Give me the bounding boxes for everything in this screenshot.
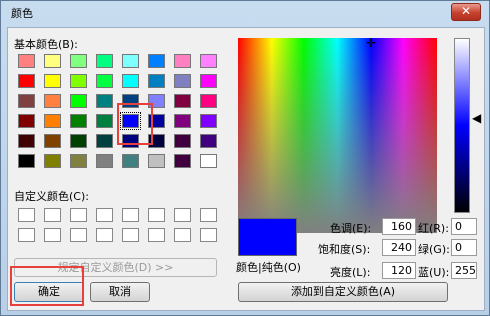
saturation-label: 饱和度(S): (318, 243, 371, 256)
basic-color-swatch[interactable] (200, 54, 217, 68)
red-label: 红(R): (418, 222, 449, 235)
basic-color-swatch[interactable] (148, 74, 165, 88)
basic-color-swatch[interactable] (44, 74, 61, 88)
custom-color-swatch[interactable] (174, 228, 191, 242)
luminance-slider[interactable] (454, 38, 470, 213)
crosshair-icon: ✛ (366, 36, 377, 50)
custom-color-swatch[interactable] (70, 208, 87, 222)
luminance-field[interactable]: 120 (382, 262, 416, 279)
basic-color-swatch[interactable] (44, 54, 61, 68)
custom-color-swatch[interactable] (122, 228, 139, 242)
color-solid-label: 颜色|纯色(O) (236, 261, 301, 274)
basic-color-swatch[interactable] (174, 94, 191, 108)
green-label: 绿(G): (418, 243, 450, 256)
basic-color-swatch[interactable] (122, 154, 139, 168)
color-spectrum[interactable]: ✛ (238, 36, 437, 233)
basic-color-swatch[interactable] (96, 114, 113, 128)
hue-label: 色调(E): (330, 222, 372, 235)
custom-color-swatch[interactable] (148, 208, 165, 222)
custom-color-swatch[interactable] (200, 208, 217, 222)
custom-color-swatch[interactable] (44, 208, 61, 222)
basic-color-swatch[interactable] (96, 154, 113, 168)
window-title: 颜色 (11, 7, 33, 20)
basic-color-swatch[interactable] (44, 94, 61, 108)
custom-color-swatch[interactable] (200, 228, 217, 242)
basic-color-swatch[interactable] (174, 74, 191, 88)
selected-color-highlight (117, 103, 153, 145)
custom-color-swatch[interactable] (96, 228, 113, 242)
custom-color-swatch[interactable] (148, 228, 165, 242)
basic-color-swatch[interactable] (174, 134, 191, 148)
basic-color-swatch[interactable] (70, 134, 87, 148)
basic-color-swatch[interactable] (200, 74, 217, 88)
custom-color-swatch[interactable] (44, 228, 61, 242)
basic-color-swatch[interactable] (174, 154, 191, 168)
basic-color-swatch[interactable] (148, 154, 165, 168)
basic-color-swatch[interactable] (18, 134, 35, 148)
basic-color-swatch[interactable] (174, 54, 191, 68)
basic-color-swatch[interactable] (18, 54, 35, 68)
basic-color-swatch[interactable] (70, 114, 87, 128)
basic-color-swatch[interactable] (70, 94, 87, 108)
basic-color-swatch[interactable] (96, 134, 113, 148)
cancel-button[interactable]: 取消 (90, 282, 150, 302)
close-button[interactable]: ✕ (451, 3, 481, 21)
basic-color-swatch[interactable] (18, 94, 35, 108)
luminance-label: 亮度(L): (330, 266, 371, 279)
basic-color-swatch[interactable] (200, 134, 217, 148)
blue-label: 蓝(U): (418, 266, 450, 279)
luminance-arrow-icon[interactable]: ◀ (472, 111, 481, 125)
custom-color-swatch[interactable] (96, 208, 113, 222)
basic-color-swatch[interactable] (18, 74, 35, 88)
custom-color-swatch[interactable] (174, 208, 191, 222)
custom-color-swatch[interactable] (18, 228, 35, 242)
custom-color-swatch[interactable] (70, 228, 87, 242)
basic-color-swatch[interactable] (122, 54, 139, 68)
basic-colors-label: 基本颜色(B): (14, 38, 78, 51)
custom-color-swatch[interactable] (122, 208, 139, 222)
basic-color-swatch[interactable] (122, 74, 139, 88)
basic-color-swatch[interactable] (148, 54, 165, 68)
basic-color-swatch[interactable] (70, 54, 87, 68)
title-bar: 颜色 ✕ (1, 1, 489, 23)
red-field[interactable]: 0 (451, 218, 477, 235)
custom-colors-label: 自定义颜色(C): (14, 190, 89, 203)
blue-field[interactable]: 255 (451, 262, 477, 279)
green-field[interactable]: 0 (451, 239, 477, 256)
basic-color-swatch[interactable] (200, 94, 217, 108)
basic-color-swatch[interactable] (96, 94, 113, 108)
basic-color-swatch[interactable] (18, 114, 35, 128)
basic-color-swatch[interactable] (18, 154, 35, 168)
basic-color-swatch[interactable] (96, 74, 113, 88)
basic-color-swatch[interactable] (174, 114, 191, 128)
basic-color-swatch[interactable] (96, 54, 113, 68)
basic-color-swatch[interactable] (200, 114, 217, 128)
basic-color-swatch[interactable] (44, 154, 61, 168)
saturation-field[interactable]: 240 (382, 239, 416, 256)
add-to-custom-colors-button[interactable]: 添加到自定义颜色(A) (238, 282, 448, 302)
basic-color-swatch[interactable] (70, 74, 87, 88)
custom-color-swatch[interactable] (18, 208, 35, 222)
basic-color-swatch[interactable] (44, 114, 61, 128)
basic-color-swatch[interactable] (70, 154, 87, 168)
basic-color-swatch[interactable] (44, 134, 61, 148)
basic-color-swatch[interactable] (200, 154, 217, 168)
ok-button-highlight (10, 266, 84, 306)
hue-field[interactable]: 160 (382, 218, 416, 235)
color-preview (238, 218, 297, 256)
